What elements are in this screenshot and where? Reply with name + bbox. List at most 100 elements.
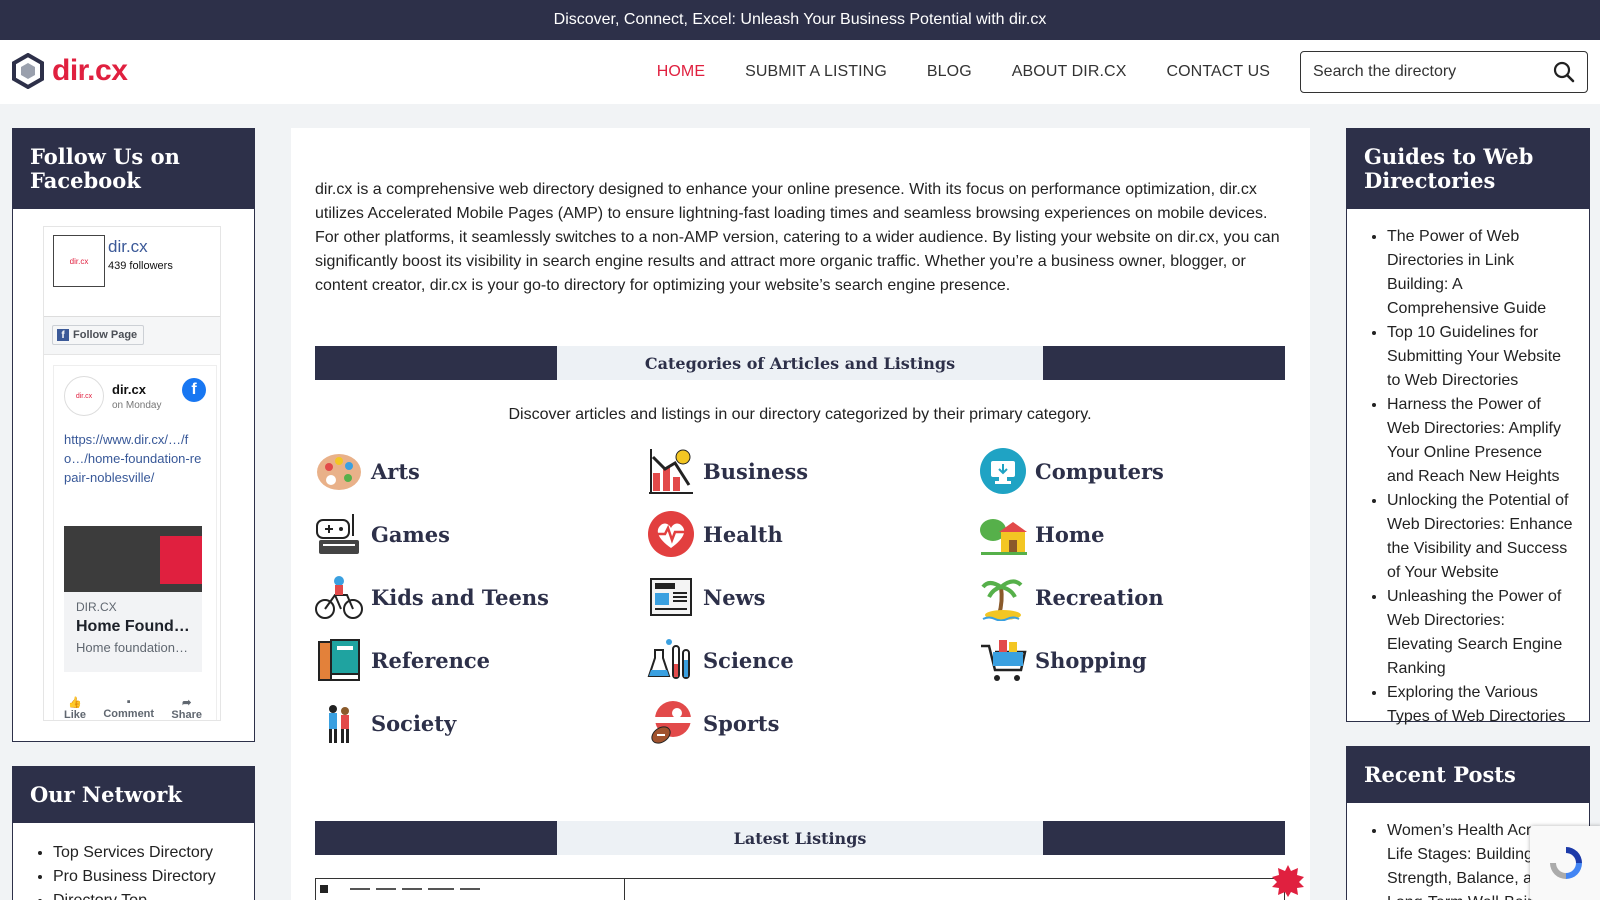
list-item[interactable]: Unlocking the Potential of Web Directori… — [1387, 489, 1573, 585]
category-name: Science — [703, 647, 794, 673]
football-icon — [651, 701, 691, 744]
search-input[interactable] — [1313, 63, 1553, 81]
follow-page-label: Follow Page — [73, 329, 138, 341]
site-header: dir.cx HOME SUBMIT A LISTING BLOG ABOUT … — [0, 40, 1600, 104]
category-computers[interactable]: Computers — [979, 446, 1164, 496]
category-recreation[interactable]: Recreation — [979, 572, 1164, 622]
category-name: Computers — [1035, 458, 1164, 484]
category-health[interactable]: Health — [647, 509, 783, 559]
list-item[interactable]: Harness the Power of Web Directories: Am… — [1387, 393, 1573, 489]
category-science[interactable]: Science — [647, 635, 794, 685]
category-name: Shopping — [1035, 647, 1147, 673]
site-logo[interactable]: dir.cx — [12, 53, 128, 89]
facebook-page-thumbnail[interactable]: dir.cx — [53, 235, 105, 287]
network-widget: Our Network Top Services Directory Pro B… — [12, 766, 255, 900]
comment-icon: ▪ — [126, 696, 131, 708]
card-description: Home foundation … — [76, 640, 190, 655]
guides-list: The Power of Web Directories in Link Bui… — [1347, 209, 1589, 743]
main-nav: HOME SUBMIT A LISTING BLOG ABOUT DIR.CX … — [617, 40, 1270, 104]
books-icon — [318, 639, 360, 681]
recaptcha-badge[interactable] — [1530, 826, 1600, 900]
category-sports[interactable]: Sports — [647, 698, 779, 748]
guide-link[interactable]: Harness the Power of Web Directories: Am… — [1387, 396, 1561, 485]
post-link-card[interactable]: DIR.CX Home Foundation Repair… Home foun… — [64, 592, 202, 672]
category-society[interactable]: Society — [315, 698, 456, 748]
guide-link[interactable]: Unlocking the Potential of Web Directori… — [1387, 492, 1573, 581]
like-button[interactable]: 👍 Like — [64, 696, 86, 720]
listing-card[interactable] — [625, 878, 1285, 900]
guides-widget-title: Guides to Web Directories — [1347, 129, 1589, 209]
share-icon: ➦ — [182, 697, 192, 709]
list-item[interactable]: Top Services Directory — [53, 841, 238, 865]
recent-posts-title: Recent Posts — [1347, 747, 1589, 803]
category-name: Sports — [703, 710, 780, 736]
card-domain: DIR.CX — [76, 600, 117, 614]
network-link[interactable]: Top Services Directory — [53, 844, 213, 861]
list-item[interactable]: The Power of Web Directories in Link Bui… — [1387, 225, 1573, 321]
post-author[interactable]: dir.cx — [112, 382, 146, 397]
house-icon — [980, 519, 1027, 555]
flask-icon — [647, 639, 690, 679]
category-arts[interactable]: Arts — [315, 446, 420, 496]
badge-starburst-icon — [1272, 865, 1304, 897]
follow-page-button[interactable]: f Follow Page — [52, 325, 145, 345]
facebook-page-name[interactable]: dir.cx — [108, 237, 148, 257]
list-item[interactable]: Top 10 Guidelines for Submitting Your We… — [1387, 321, 1573, 393]
thumbnail-text: dir.cx — [69, 256, 89, 266]
people-icon — [329, 705, 349, 743]
search-icon[interactable] — [1553, 61, 1575, 83]
hexagon-logo-icon — [12, 53, 44, 89]
guide-link[interactable]: Exploring the Various Types of Web Direc… — [1387, 684, 1565, 725]
network-link[interactable]: Pro Business Directory — [53, 868, 216, 885]
heart-icon — [648, 511, 694, 557]
category-reference[interactable]: Reference — [315, 635, 490, 685]
guide-link[interactable]: Top 10 Guidelines for Submitting Your We… — [1387, 324, 1561, 389]
category-name: Kids and Teens — [371, 584, 549, 610]
facebook-widget-title: Follow Us on Facebook — [13, 129, 254, 209]
list-item[interactable]: Exploring the Various Types of Web Direc… — [1387, 681, 1573, 729]
guide-link[interactable]: The Power of Web Directories in Link Bui… — [1387, 228, 1546, 317]
categories-subtitle: Discover articles and listings in our di… — [508, 406, 1092, 423]
category-name: Recreation — [1035, 584, 1164, 610]
share-button[interactable]: ➦ Share — [171, 696, 202, 720]
post-link[interactable]: https://www.dir.cx/…/fo…/home-foundation… — [64, 430, 204, 487]
listing-thumbnail[interactable] — [315, 878, 625, 900]
nav-blog[interactable]: BLOG — [927, 63, 972, 81]
thumbs-up-icon: 👍 — [68, 697, 82, 709]
category-games[interactable]: Games — [315, 509, 450, 559]
facebook-post: dir.cx dir.cx on Monday f https://www.di… — [53, 365, 217, 720]
nav-submit-listing[interactable]: SUBMIT A LISTING — [745, 63, 887, 81]
intro-paragraph: dir.cx is a comprehensive web directory … — [315, 181, 1280, 294]
nav-contact[interactable]: CONTACT US — [1166, 63, 1270, 81]
post-image[interactable] — [64, 516, 202, 592]
network-link[interactable]: Directory Top — [53, 892, 147, 900]
computer-icon — [980, 448, 1026, 494]
comment-button[interactable]: ▪ Comment — [103, 696, 155, 720]
game-console-icon — [316, 514, 359, 554]
palm-tree-icon — [981, 579, 1023, 621]
category-name: Games — [371, 521, 450, 547]
comment-label: Comment — [103, 708, 155, 720]
facebook-embed: dir.cx dir.cx 439 followers f Follow Pag… — [43, 226, 221, 721]
latest-listings-heading: Latest Listings — [557, 821, 1043, 855]
facebook-button-row: f Follow Page — [44, 317, 220, 355]
list-item[interactable]: Unleashing the Power of Web Directories:… — [1387, 585, 1573, 681]
guide-link[interactable]: Unleashing the Power of Web Directories:… — [1387, 588, 1562, 677]
category-kids-and-teens[interactable]: Kids and Teens — [315, 572, 549, 622]
category-business[interactable]: Business — [647, 446, 808, 496]
main-content: dir.cx is a comprehensive web directory … — [291, 128, 1310, 900]
nav-about[interactable]: ABOUT DIR.CX — [1012, 63, 1127, 81]
category-shopping[interactable]: Shopping — [979, 635, 1147, 685]
palette-icon — [317, 454, 361, 490]
category-home[interactable]: Home — [979, 509, 1104, 559]
list-item[interactable]: Directory Top — [53, 889, 238, 900]
category-name: Home — [1035, 521, 1105, 547]
category-name: Business — [703, 458, 809, 484]
category-name: Reference — [371, 647, 491, 673]
post-date[interactable]: on Monday — [112, 400, 161, 411]
category-news[interactable]: News — [647, 572, 765, 622]
card-title: Home Foundation Repair… — [76, 618, 190, 635]
post-avatar[interactable]: dir.cx — [64, 376, 104, 416]
nav-home[interactable]: HOME — [657, 63, 705, 81]
list-item[interactable]: Pro Business Directory — [53, 865, 238, 889]
